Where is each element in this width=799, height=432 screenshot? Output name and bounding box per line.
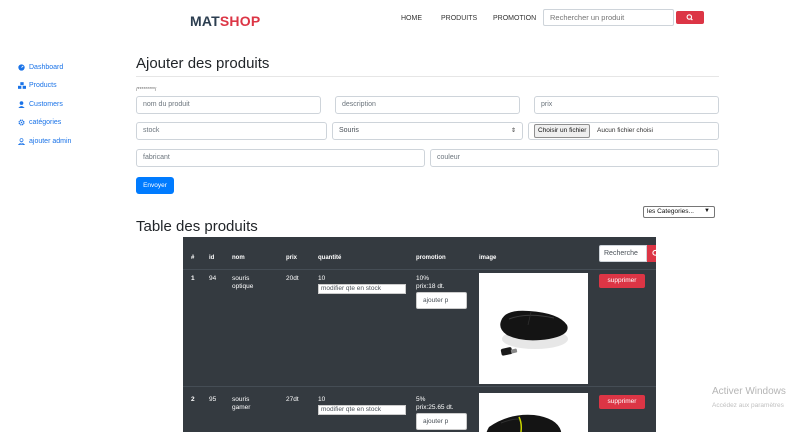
table-search-button[interactable] [647,245,656,262]
color-field[interactable]: couleur [430,149,719,167]
promotion-percent: 10% [416,275,430,282]
product-search-input[interactable] [543,9,674,26]
sidebar: Dashboard Products Customers catégories … [18,58,71,151]
table-header: # id nom prix quantité promotion image R… [183,237,656,270]
divider [136,76,719,77]
search-icon [686,14,693,21]
sidebar-item-label: Products [29,82,57,90]
product-price: 27dt [286,396,299,403]
table-row: 2 95 souris gamer 27dt 10 modifier qte e… [183,388,656,432]
product-id: 95 [209,396,217,403]
file-status-text: Aucun fichier choisi [597,127,653,134]
windows-watermark-title: Activer Windows [712,386,786,397]
table-search-input[interactable]: Recherche [599,245,647,262]
wireless-mouse-image [500,310,568,356]
chevron-updown-icon: ⇕ [510,128,516,134]
stock-update-input[interactable]: modifier qte en stock [318,405,406,415]
product-image [479,393,588,432]
brand-logo[interactable]: MATSHOP [190,13,260,29]
sidebar-item-ajouter-admin[interactable]: ajouter admin [18,132,71,151]
column-header: nom [232,255,245,261]
product-name-line1: souris [232,396,250,403]
windows-watermark-subtitle: Accédez aux paramètres [712,402,784,409]
promotion-price: prix:18 dt. [416,283,445,290]
search-button[interactable] [676,11,704,24]
column-header: quantité [318,255,342,261]
form-title: Ajouter des produits [136,55,270,72]
product-price: 20dt [286,275,299,282]
chevron-down-icon: ▼ [704,208,710,214]
product-image [479,273,588,384]
column-header: promotion [416,255,446,261]
submit-button[interactable]: Envoyer [136,177,174,194]
row-number: 2 [191,396,195,403]
description-field[interactable]: description [335,96,520,114]
table-row: 1 94 souris optique 20dt 10 modifier qte… [183,270,656,387]
top-navbar: MATSHOP HOME PRODUITS PROMOTION [0,0,799,44]
column-header: id [209,255,215,261]
table-title: Table des produits [136,218,258,235]
product-name-line2: gamer [232,404,251,411]
row-number: 1 [191,275,195,282]
brand-part-2: SHOP [219,13,261,29]
products-table: # id nom prix quantité promotion image R… [183,237,656,432]
gaming-mouse-image [486,414,562,432]
sidebar-item-products[interactable]: Products [18,77,71,96]
product-name-line1: souris [232,275,250,282]
product-quantity: 10 [318,396,326,403]
sidebar-item-label: catégories [29,119,62,127]
search-icon [652,249,656,256]
user-icon [18,101,27,108]
add-promotion-button[interactable]: ajouter p [416,413,467,430]
add-promotion-button[interactable]: ajouter p [416,292,467,309]
choose-file-button[interactable]: Choisir un fichier [534,124,591,138]
sidebar-item-label: Customers [29,100,63,108]
user-outline-icon [18,137,27,145]
promotion-percent: 5% [416,396,426,403]
column-header: # [191,255,195,261]
product-name-line2: optique [232,283,254,290]
sidebar-item-label: ajouter admin [29,137,72,145]
nav-promotion-link[interactable]: PROMOTION [493,15,536,22]
column-header: prix [286,255,298,261]
sidebar-item-categories[interactable]: catégories [18,114,71,133]
stock-field[interactable]: stock [136,122,327,140]
column-header: image [479,255,497,261]
delete-button[interactable]: supprimer [599,395,645,409]
category-select[interactable]: Souris ⇕ [332,122,523,140]
nav-produits-link[interactable]: PRODUITS [441,15,477,22]
dashboard-icon [18,64,27,71]
form-note: /*********/ [136,87,157,93]
manufacturer-field[interactable]: fabricant [136,149,425,167]
delete-button[interactable]: supprimer [599,274,645,288]
category-filter-value: les Categories... [647,208,694,215]
price-field[interactable]: prix [534,96,719,114]
stock-update-input[interactable]: modifier qte en stock [318,284,406,294]
product-name-field[interactable]: nom du produit [136,96,321,114]
sidebar-item-dashboard[interactable]: Dashboard [18,58,71,77]
brand-part-1: MAT [190,13,220,29]
category-select-value: Souris [339,127,359,134]
gear-icon [18,119,27,126]
nav-home-link[interactable]: HOME [401,15,422,22]
category-filter-select[interactable]: les Categories... ▼ [643,206,715,218]
product-id: 94 [209,275,217,282]
promotion-price: prix:25.65 dt. [416,404,454,411]
sidebar-item-label: Dashboard [29,63,64,71]
sidebar-item-customers[interactable]: Customers [18,95,71,114]
products-icon [18,82,27,90]
product-quantity: 10 [318,275,326,282]
